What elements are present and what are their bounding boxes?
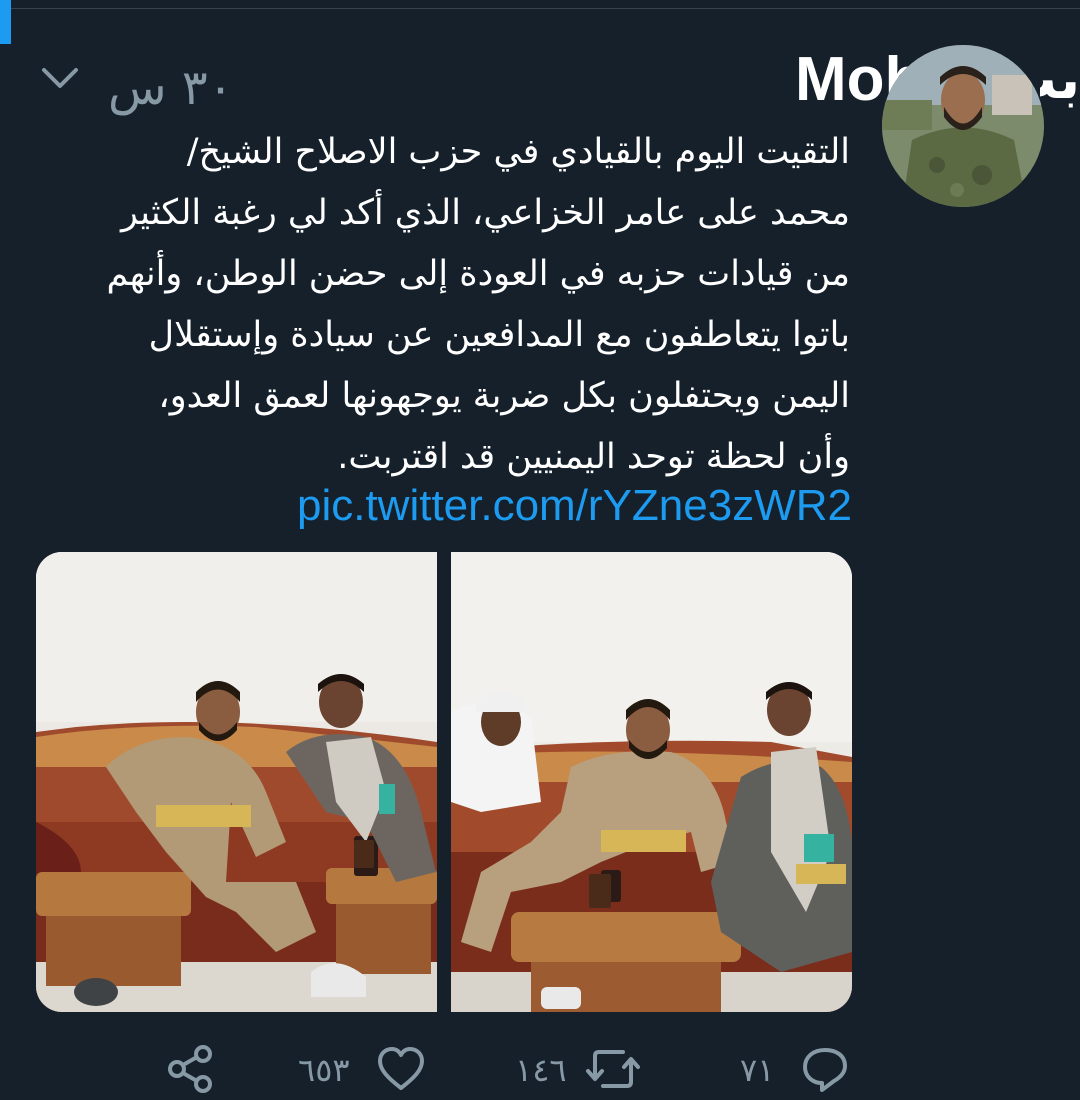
tweet-actions-bar: ٧١ ١٤٦ ٦٥٣ <box>0 1040 1080 1100</box>
tweet-timestamp[interactable]: ٣٠ س <box>108 58 233 118</box>
tweet-text-line: باتوا يتعاطفون مع المدافعين عن سيادة وإس… <box>148 315 850 355</box>
retweet-icon[interactable] <box>585 1044 641 1094</box>
tweet-text-line: محمد على عامر الخزاعي، الذي أكد لي رغبة … <box>120 193 850 233</box>
like-count: ٦٥٣ <box>298 1051 350 1089</box>
author-display-name-end[interactable]: بت <box>1040 40 1080 120</box>
share-icon[interactable] <box>165 1044 215 1094</box>
chevron-down-icon[interactable] <box>40 64 80 94</box>
avatar[interactable] <box>882 45 1044 207</box>
thread-accent-bar <box>0 0 11 44</box>
tweet-media-link[interactable]: pic.twitter.com/rYZne3zWR2 <box>270 478 852 534</box>
tweet-text-line: اليمن ويحتفلون بكل ضربة يوجهونها لعمق ال… <box>158 376 850 416</box>
tweet-photo-1[interactable] <box>36 552 437 1012</box>
retweet-count: ١٤٦ <box>515 1051 567 1089</box>
tweet-body: التقيت اليوم بالقيادي في حزب الاصلاح الش… <box>40 122 851 488</box>
heart-icon[interactable] <box>376 1044 426 1094</box>
tweet-text-line: التقيت اليوم بالقيادي في حزب الاصلاح الش… <box>186 132 850 172</box>
reply-icon[interactable] <box>800 1044 850 1094</box>
top-divider <box>0 0 1080 9</box>
tweet-photo-2[interactable] <box>451 552 852 1012</box>
tweet-text-line: من قيادات حزبه في العودة إلى حضن الوطن، … <box>106 254 851 294</box>
reply-count: ٧١ <box>740 1051 775 1089</box>
